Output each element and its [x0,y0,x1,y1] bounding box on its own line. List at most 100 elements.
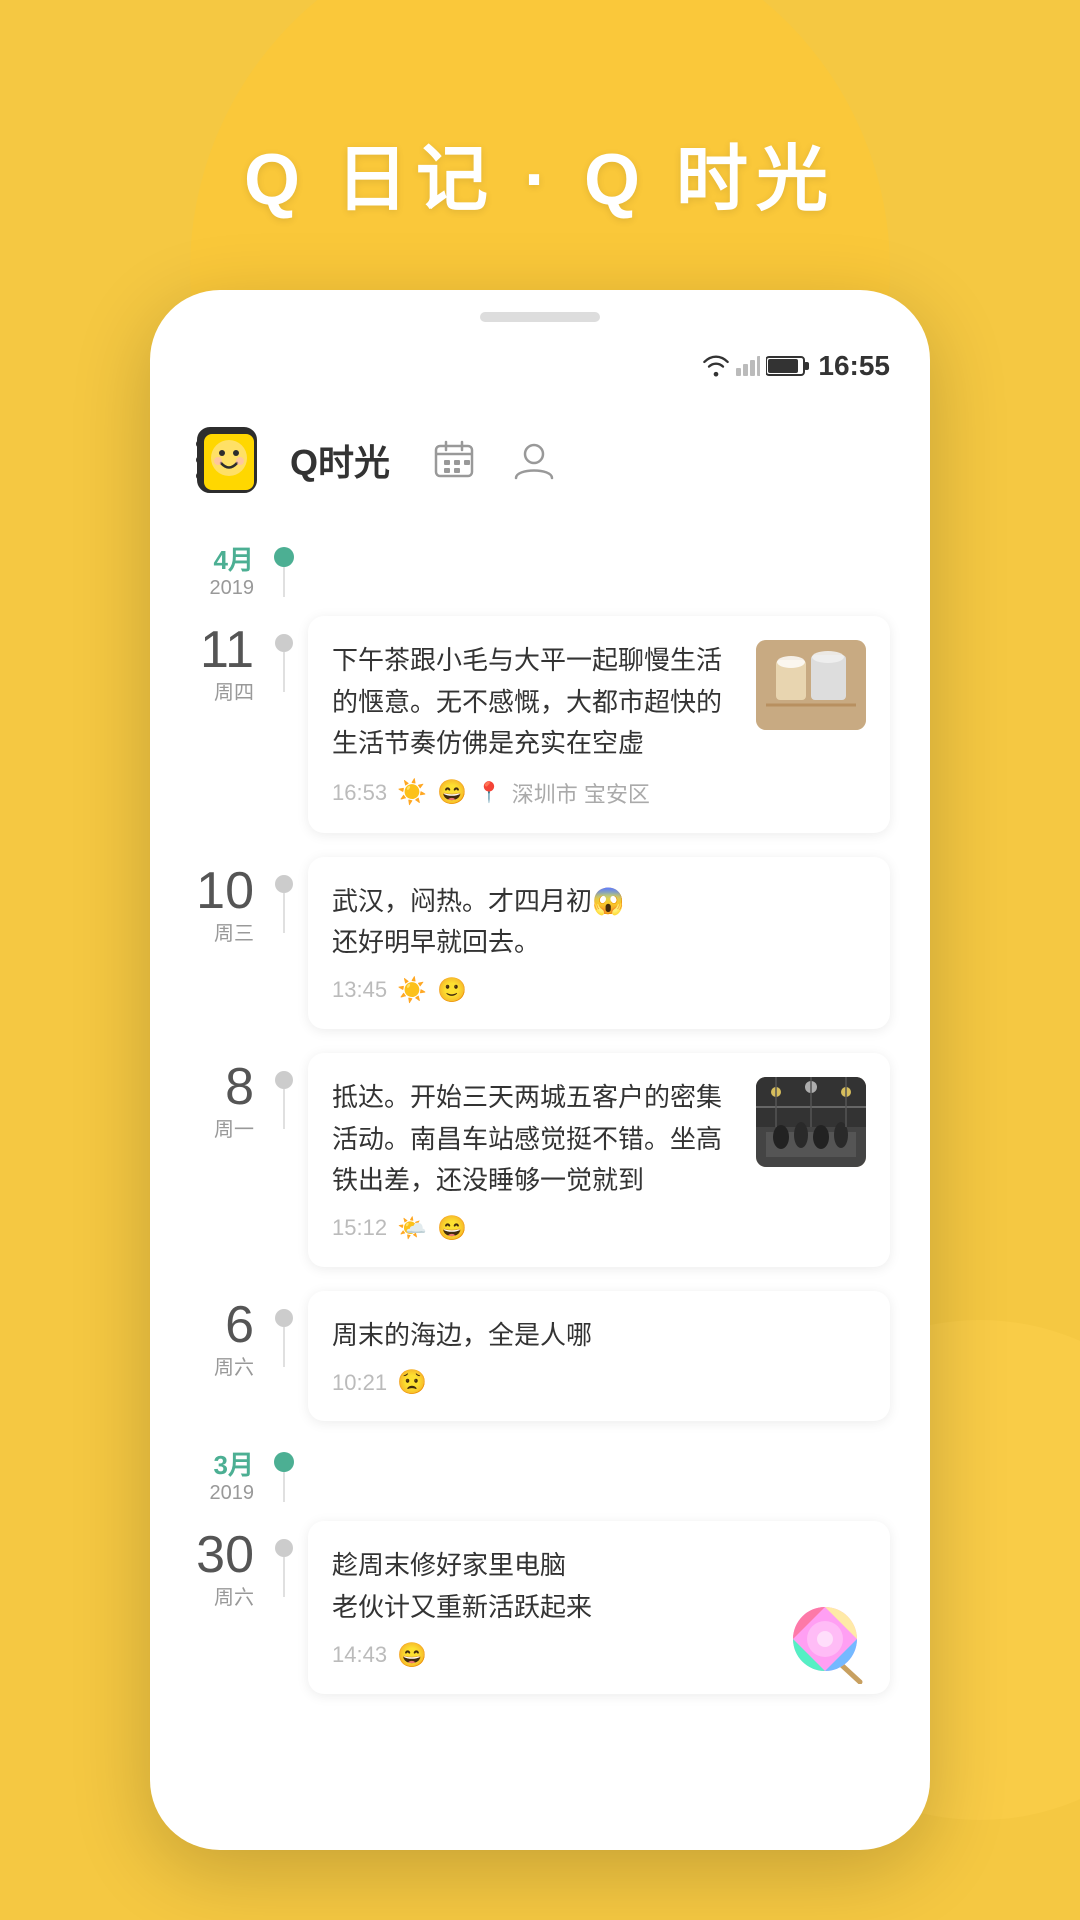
card-meta-apr11: 16:53 ☀️ 😄 📍 深圳市 宝安区 [332,777,740,809]
card-mood-mar30: 😄 [397,1641,427,1670]
day-info-apr10: 10 周三 [170,857,270,946]
timeline-dot-apr6 [275,1309,293,1327]
timeline-dot-apr11 [275,634,293,652]
timeline-marker-month-march [270,1448,298,1502]
diary-card-apr8[interactable]: 抵达。开始三天两城五客户的密集活动。南昌车站感觉挺不错。坐高铁出差，还没睡够一觉… [308,1053,890,1267]
status-bar: 16:55 [702,350,890,382]
day-week-apr8: 周一 [170,1113,254,1142]
card-time-apr6: 10:21 [332,1370,387,1396]
app-content: Q时光 [150,400,930,1850]
timeline-line-mar30 [283,1557,285,1597]
card-mood-apr11: 😄 [437,778,467,807]
day-week-apr6: 周六 [170,1351,254,1380]
card-time-apr8: 15:12 [332,1215,387,1241]
card-body-apr8: 抵达。开始三天两城五客户的密集活动。南昌车站感觉挺不错。坐高铁出差，还没睡够一觉… [332,1077,740,1202]
day-number-apr6: 6 [170,1299,254,1351]
timeline-marker-month-april [270,543,298,597]
header-icons [426,432,562,488]
app-logo [190,420,270,500]
card-body-apr6: 周末的海边，全是人哪 [332,1315,866,1357]
card-text-apr10: 武汉，闷热。才四月初😱还好明早就回去。 13:45 ☀️ 🙂 [332,881,866,1005]
phone-frame: 16:55 [150,290,930,1850]
timeline-line-apr8 [283,1089,285,1129]
timeline-dot-apr10 [275,875,293,893]
timeline-line-march-header [283,1472,285,1502]
card-time-apr11: 16:53 [332,780,387,806]
timeline-line-apr10 [283,893,285,933]
card-image-apr11 [756,640,866,730]
card-mood-apr6: 😟 [397,1368,427,1397]
card-weather-apr11: ☀️ [397,778,427,807]
profile-button[interactable] [506,432,562,488]
day-info-apr11: 11 周四 [170,616,270,705]
day-number-apr10: 10 [170,865,254,917]
calendar-button[interactable] [426,432,482,488]
day-number-mar30: 30 [170,1529,254,1581]
status-icons [702,354,810,378]
month-dot-april [274,547,294,567]
diary-card-apr6[interactable]: 周末的海边，全是人哪 10:21 😟 [308,1291,890,1422]
lollipop-image [785,1594,875,1684]
card-time-mar30: 14:43 [332,1642,387,1668]
timeline-dot-mar30 [275,1539,293,1557]
day-info-apr6: 6 周六 [170,1291,270,1380]
location-pin-apr11: 📍 [477,780,502,805]
card-time-apr10: 13:45 [332,977,387,1003]
day-week-apr11: 周四 [170,676,254,705]
wifi-icon [702,355,730,377]
card-meta-apr8: 15:12 🌤️ 😄 [332,1214,740,1243]
card-weather-apr10: ☀️ [397,976,427,1005]
app-name: Q时光 [290,434,390,486]
table-row: 8 周一 抵达。开始三天两城五客户的密集活动。南昌车站感觉挺不错。坐高铁出差，还… [170,1053,890,1267]
diary-card-apr10[interactable]: 武汉，闷热。才四月初😱还好明早就回去。 13:45 ☀️ 🙂 [308,857,890,1029]
day-week-apr10: 周三 [170,917,254,946]
card-meta-apr10: 13:45 ☀️ 🙂 [332,976,866,1005]
timeline-line [283,567,285,597]
month-label-april: 4月 [214,545,254,575]
timeline-marker-mar30 [270,1521,298,1597]
table-row: 30 周六 趁周末修好家里电脑老伙计又重新活跃起来 14:43 😄 [170,1521,890,1693]
month-row-april: 4月 2019 [170,540,890,600]
month-row-march: 3月 2019 [170,1445,890,1505]
phone-speaker [480,312,600,322]
year-label-april: 2019 [170,577,254,600]
month-info-april: 4月 2019 [170,540,270,600]
month-info-march: 3月 2019 [170,1445,270,1505]
card-body-apr10: 武汉，闷热。才四月初😱还好明早就回去。 [332,881,866,964]
card-body-apr11: 下午茶跟小毛与大平一起聊慢生活的惬意。无不感慨，大都市超快的生活节奏仿佛是充实在… [332,640,740,765]
card-mood-apr10: 🙂 [437,976,467,1005]
card-location-apr11: 深圳市 宝安区 [512,777,650,809]
timeline-line-apr6 [283,1327,285,1367]
card-image-apr8 [756,1077,866,1167]
calendar-icon [432,438,476,482]
day-week-mar30: 周六 [170,1581,254,1610]
table-row: 11 周四 下午茶跟小毛与大平一起聊慢生活的惬意。无不感慨，大都市超快的生活节奏… [170,616,890,833]
timeline-dot-apr8 [275,1071,293,1089]
card-meta-apr6: 10:21 😟 [332,1368,866,1397]
timeline-marker-apr8 [270,1053,298,1129]
timeline-marker-apr10 [270,857,298,933]
day-number-apr8: 8 [170,1061,254,1113]
card-content-apr11: 下午茶跟小毛与大平一起聊慢生活的惬意。无不感慨，大都市超快的生活节奏仿佛是充实在… [332,640,866,809]
table-row: 10 周三 武汉，闷热。才四月初😱还好明早就回去。 13:45 ☀️ [170,857,890,1029]
card-mood-apr8: 😄 [437,1214,467,1243]
card-content-apr8: 抵达。开始三天两城五客户的密集活动。南昌车站感觉挺不错。坐高铁出差，还没睡够一觉… [332,1077,866,1243]
diary-card-mar30[interactable]: 趁周末修好家里电脑老伙计又重新活跃起来 14:43 😄 [308,1521,890,1693]
month-label-march: 3月 [214,1450,254,1480]
card-text-apr6: 周末的海边，全是人哪 10:21 😟 [332,1315,866,1398]
card-weather-apr8: 🌤️ [397,1214,427,1243]
day-number-apr11: 11 [170,624,254,676]
diary-card-apr11[interactable]: 下午茶跟小毛与大平一起聊慢生活的惬意。无不感慨，大都市超快的生活节奏仿佛是充实在… [308,616,890,833]
timeline-marker-apr11 [270,616,298,692]
user-icon [512,438,556,482]
month-dot-march [274,1452,294,1472]
timeline-marker-apr6 [270,1291,298,1367]
card-content-apr6: 周末的海边，全是人哪 10:21 😟 [332,1315,866,1398]
timeline: 4月 2019 11 周四 [150,520,930,1840]
card-content-apr10: 武汉，闷热。才四月初😱还好明早就回去。 13:45 ☀️ 🙂 [332,881,866,1005]
day-info-apr8: 8 周一 [170,1053,270,1142]
year-label-march: 2019 [170,1482,254,1505]
signal-icon [736,354,760,378]
app-title: Q 日记 · Q 时光 [0,120,1080,225]
card-text-apr8: 抵达。开始三天两城五客户的密集活动。南昌车站感觉挺不错。坐高铁出差，还没睡够一觉… [332,1077,740,1243]
